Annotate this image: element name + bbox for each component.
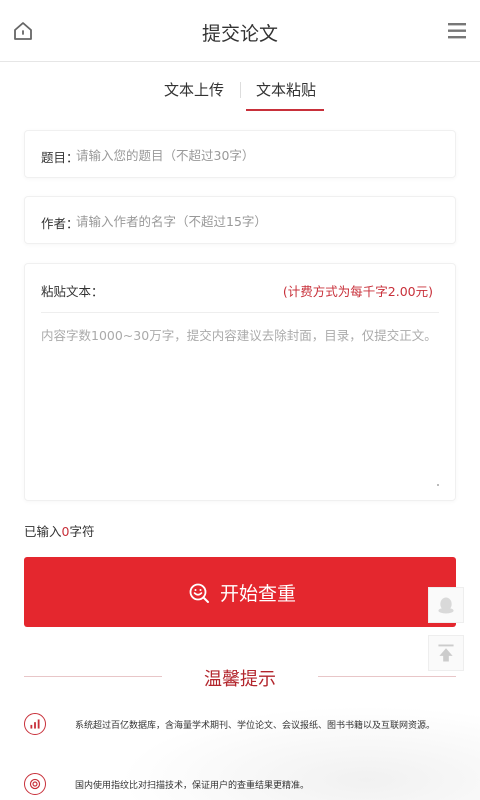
char-counter: 已输入0字符 — [24, 521, 94, 540]
search-check-icon — [189, 583, 209, 603]
counter-suffix: 字符 — [69, 524, 95, 539]
price-note: (计费方式为每千字2.00元) — [282, 284, 433, 299]
author-input[interactable] — [76, 210, 436, 232]
tab-bar: 文本上传 文本粘贴 — [0, 62, 480, 112]
tip-text: 国内使用指纹比对扫描技术，保证用户的查重结果更精准。 — [75, 781, 310, 791]
fingerprint-icon — [24, 773, 46, 795]
qq-chat-button[interactable] — [428, 587, 464, 623]
title-input[interactable] — [76, 144, 436, 166]
card-divider — [41, 312, 439, 313]
active-tab-underline — [246, 109, 324, 111]
tab-text-upload[interactable]: 文本上传 — [164, 79, 224, 100]
title-field-label: 题目： — [41, 150, 79, 165]
start-check-button[interactable]: 开始查重 — [24, 557, 456, 627]
hamburger-menu-icon[interactable] — [446, 22, 468, 40]
paste-textarea[interactable] — [41, 326, 441, 486]
tips-divider-right — [318, 676, 456, 677]
tab-text-paste[interactable]: 文本粘贴 — [256, 79, 316, 100]
paste-text-label: 粘贴文本： — [41, 284, 104, 299]
author-field-card: 作者： — [24, 196, 456, 244]
counter-prefix: 已输入 — [24, 524, 62, 539]
start-check-label: 开始查重 — [220, 584, 297, 605]
tip-text: 系统超过百亿数据库，含海量学术期刊、学位论文、会议报纸、图书书籍以及互联网资源。 — [75, 721, 436, 731]
tab-divider — [240, 82, 241, 98]
paste-text-card: 粘贴文本： (计费方式为每千字2.00元) — [24, 263, 456, 501]
database-icon — [24, 713, 46, 735]
title-field-card: 题目： — [24, 130, 456, 178]
author-field-label: 作者： — [41, 216, 79, 231]
page-title: 提交论文 — [201, 23, 278, 45]
resize-handle[interactable] — [437, 484, 439, 486]
tips-title: 温馨提示 — [204, 669, 276, 690]
qq-chat-icon — [438, 597, 454, 614]
top-bar: 提交论文 — [0, 0, 480, 62]
